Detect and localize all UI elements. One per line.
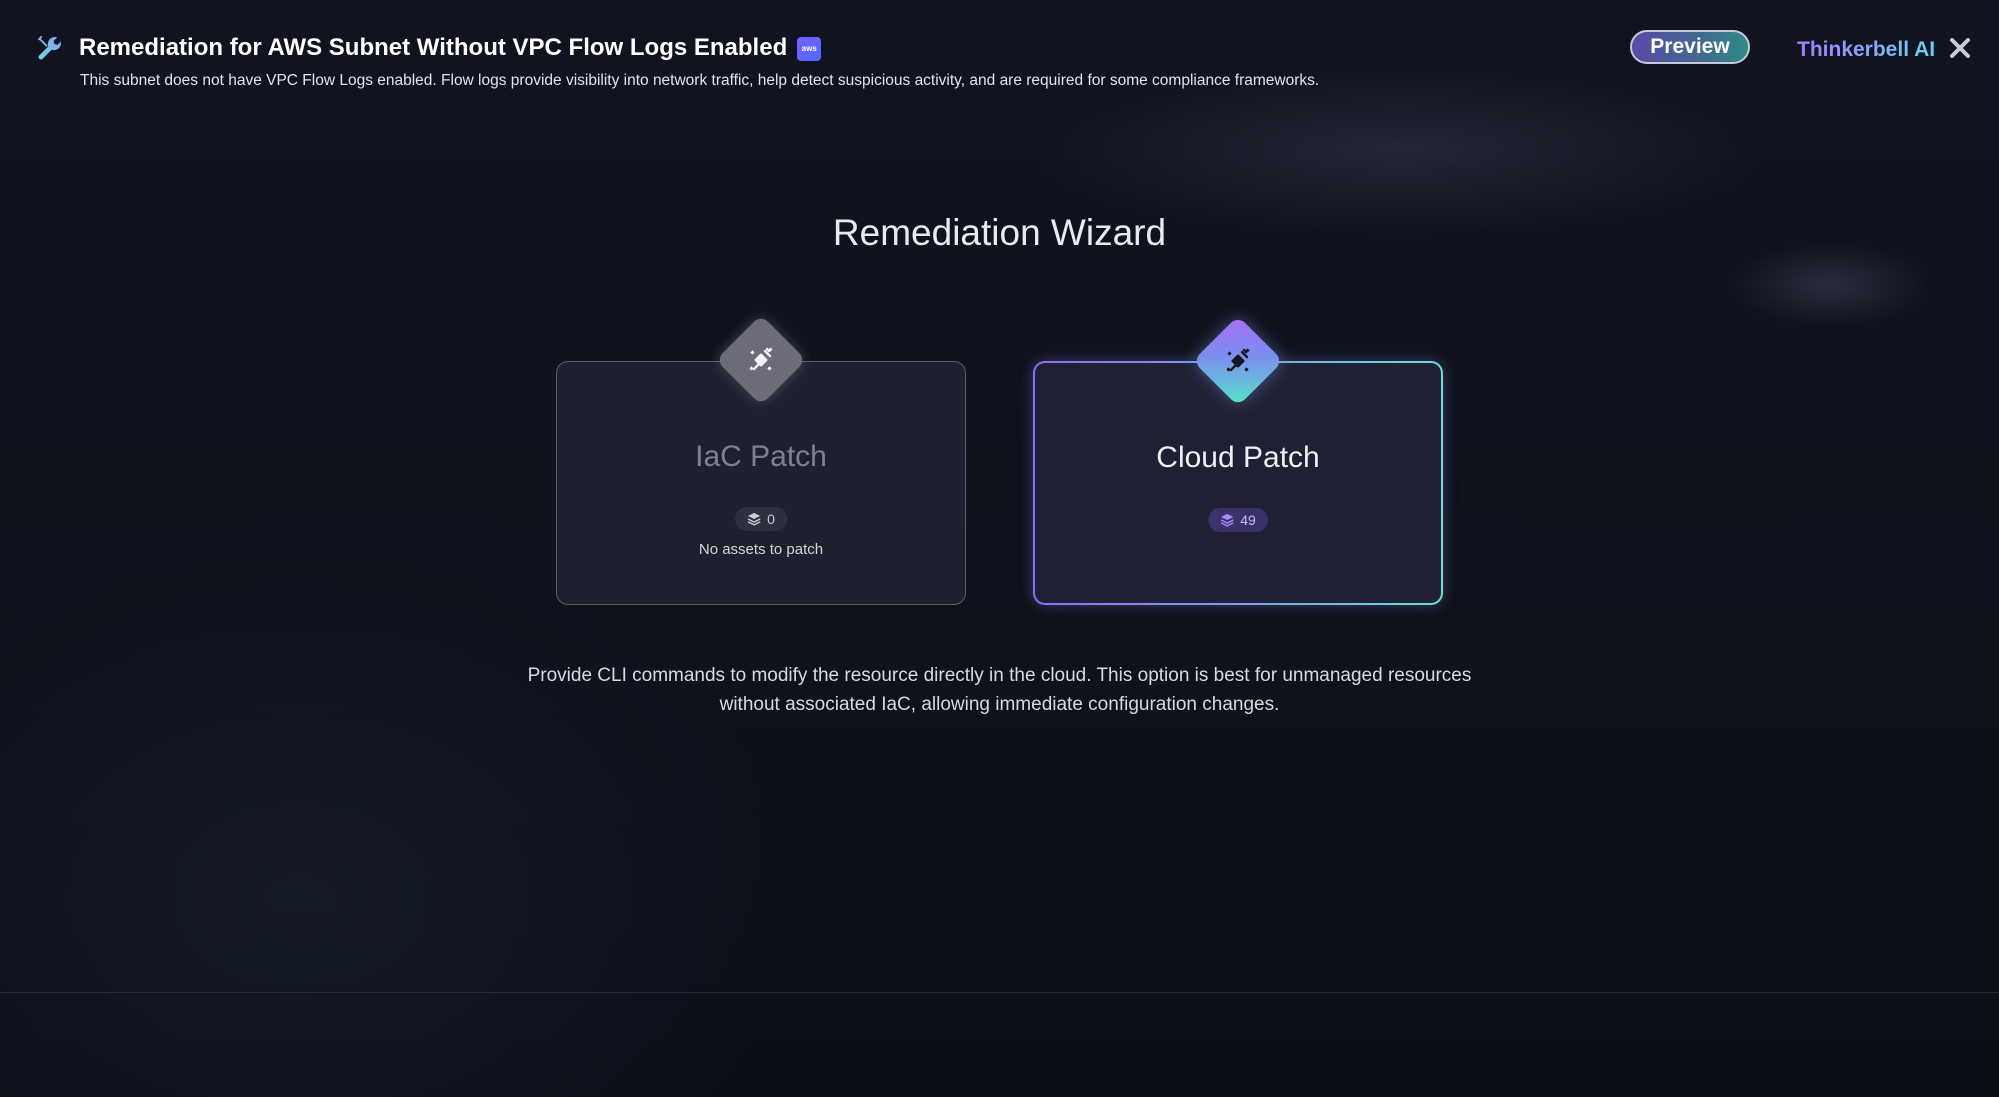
iac-patch-card[interactable]: IaC Patch 0 No assets to patch [556,314,966,605]
layers-icon [1220,513,1234,527]
footer-divider [0,992,1999,993]
cloud-asset-count-badge: 49 [1208,508,1268,532]
patch-icon [749,347,773,371]
layers-icon [747,512,761,526]
patch-icon [1226,348,1250,372]
iac-asset-count: 0 [767,511,775,527]
page-title: Remediation for AWS Subnet Without VPC F… [79,34,822,62]
page-subtitle: This subnet does not have VPC Flow Logs … [80,72,1320,89]
cloud-patch-title: Cloud Patch [1156,441,1320,474]
wrench-icon [37,35,62,60]
iac-patch-note: No assets to patch [698,541,824,558]
page-title-text: Remediation for AWS Subnet Without VPC F… [79,34,788,61]
iac-patch-title: IaC Patch [695,440,827,473]
wizard-title: Remediation Wizard [0,212,1999,254]
cloud-patch-card[interactable]: Cloud Patch 49 [1033,315,1443,605]
option-description: Provide CLI commands to modify the resou… [527,665,1472,715]
header: Remediation for AWS Subnet Without VPC F… [0,0,1999,110]
aws-badge-icon: aws [797,37,822,61]
wizard-title-text: Remediation Wizard [832,212,1167,253]
brand-label: Thinkerbell AI [1797,38,1936,61]
cloud-asset-count: 49 [1240,512,1256,528]
page-background [0,0,1999,1097]
iac-asset-count-badge: 0 [735,507,787,531]
preview-badge: Preview [1630,30,1750,64]
close-icon[interactable] [1948,36,1972,60]
